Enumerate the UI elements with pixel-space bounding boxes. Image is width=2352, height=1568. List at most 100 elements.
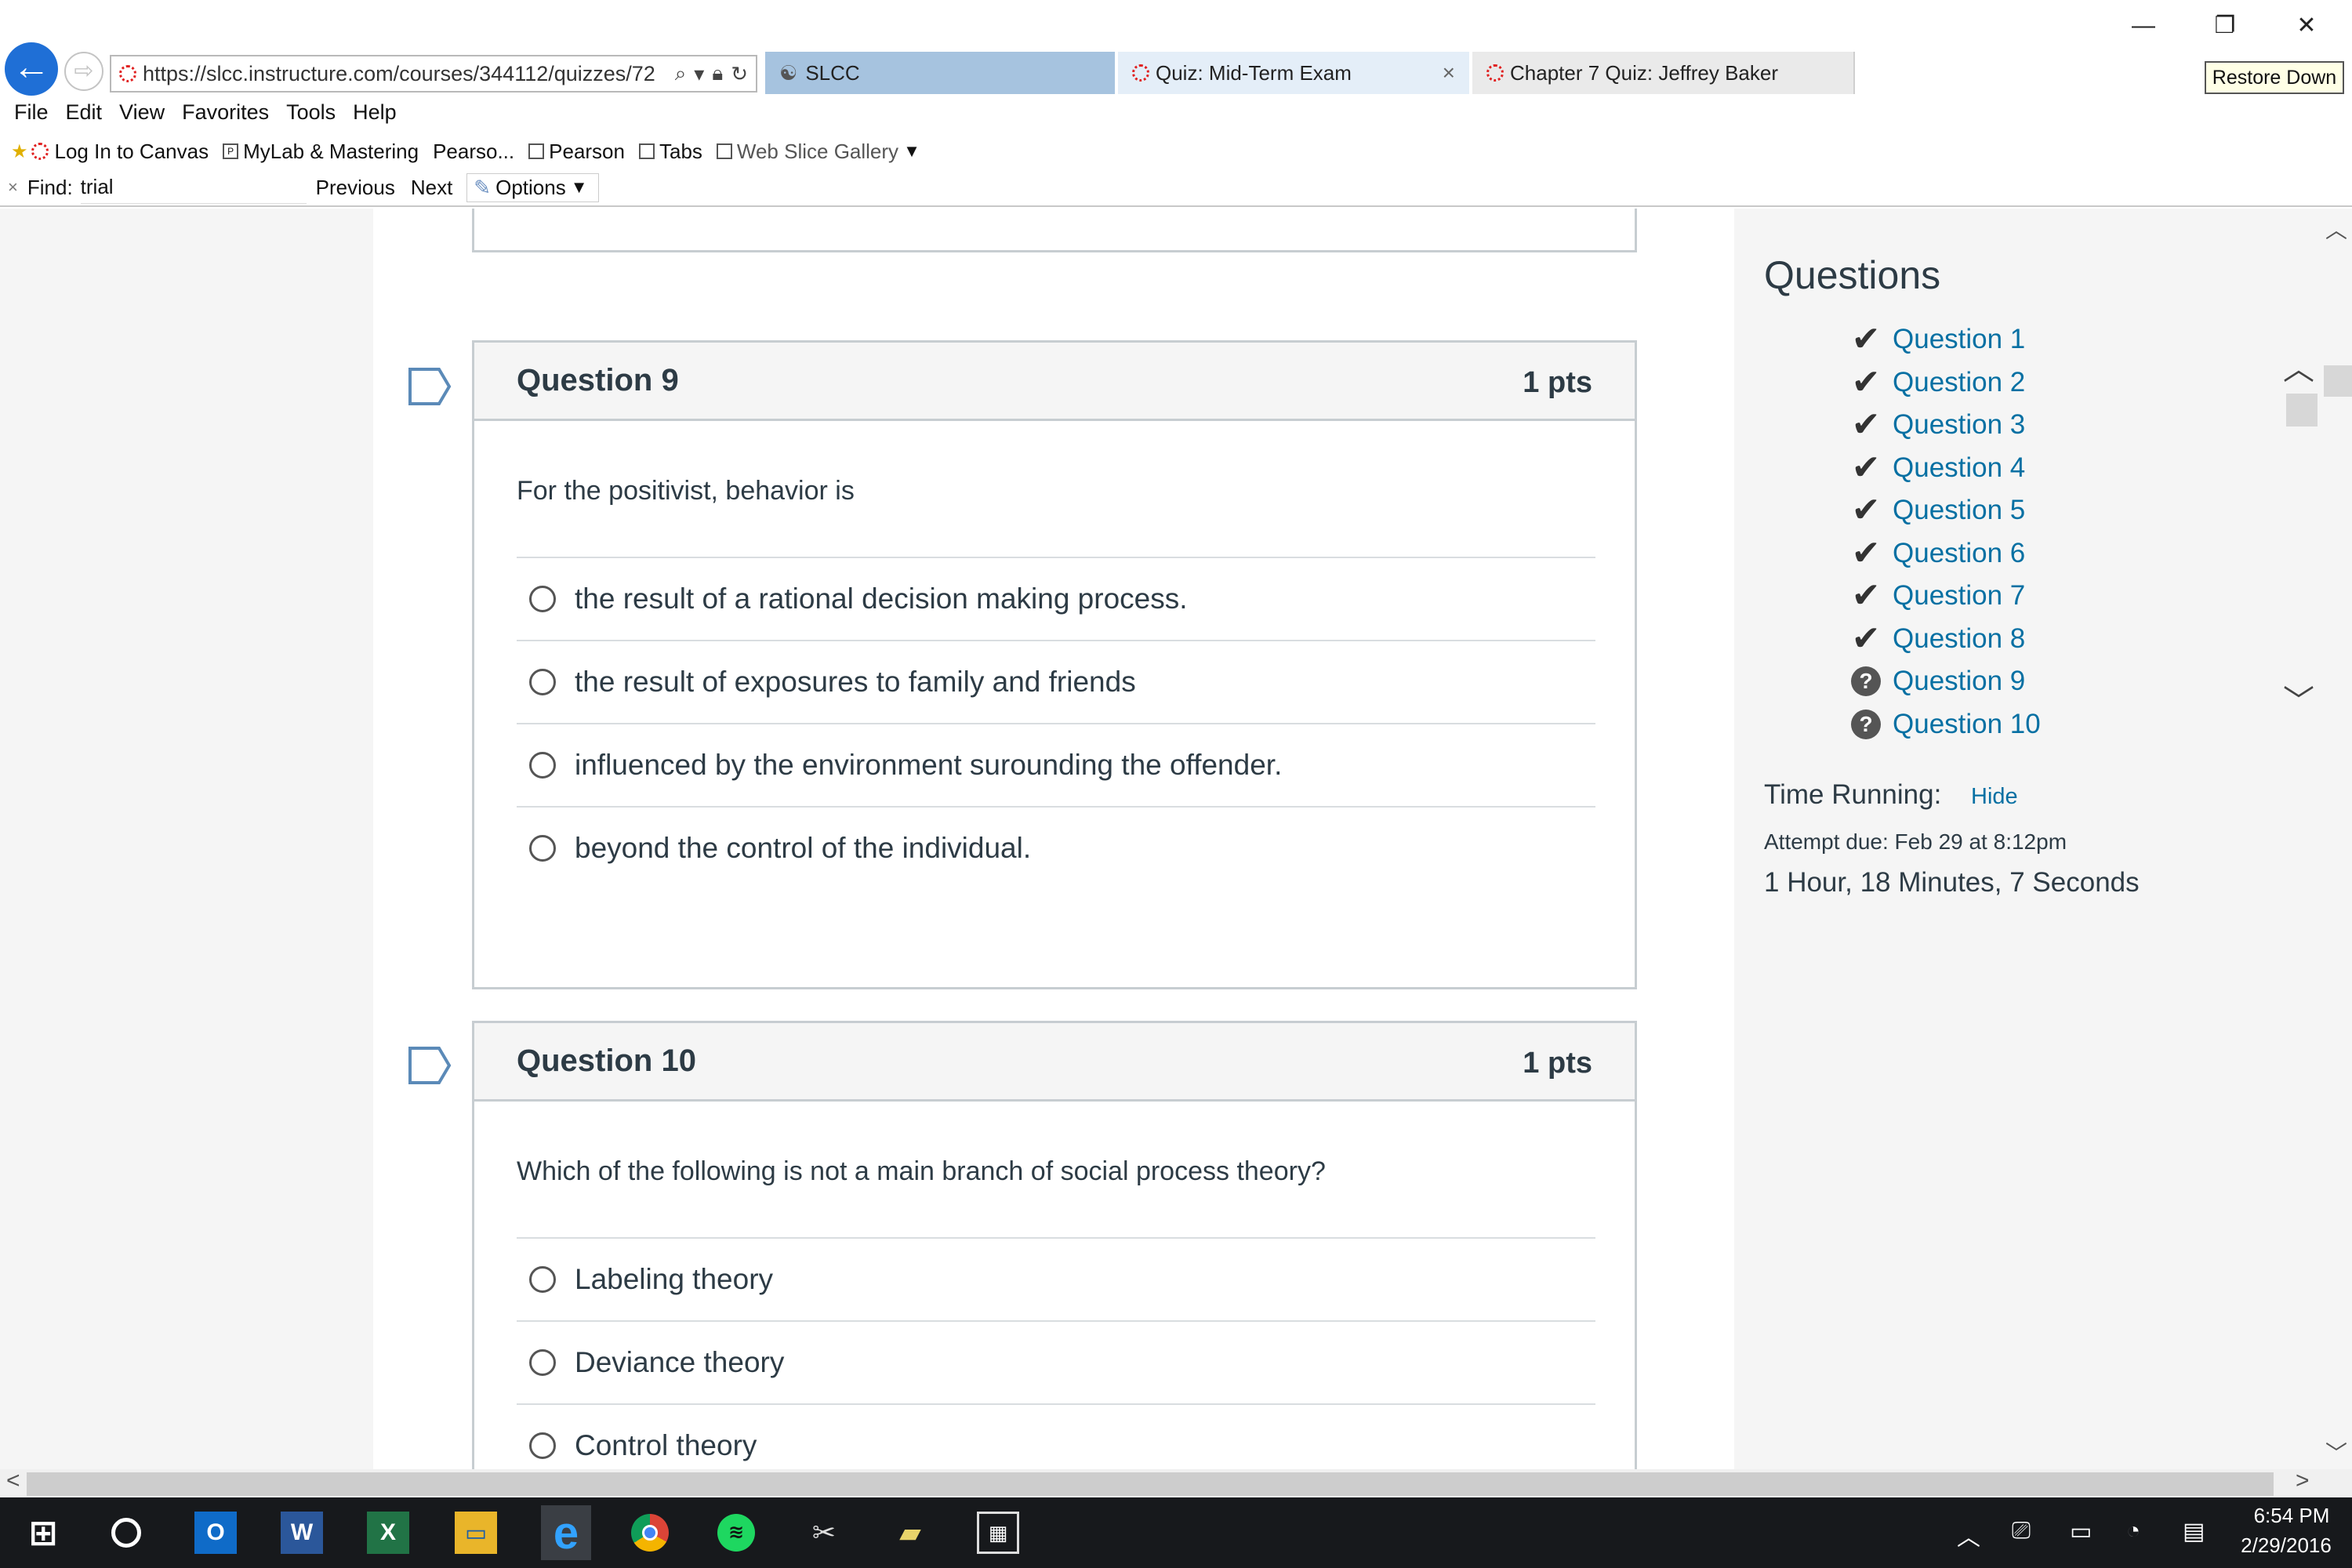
tab-chapter-7-quiz[interactable]: Chapter 7 Quiz: Jeffrey Baker: [1472, 52, 1855, 94]
answer-option[interactable]: Labeling theory: [517, 1237, 1595, 1320]
chevron-up-icon[interactable]: ︿: [1957, 1518, 1980, 1552]
sidebar-item-question-3[interactable]: ✔ Question 3: [1847, 404, 2041, 447]
cortana-icon[interactable]: [105, 1512, 147, 1554]
taskbar-clock-date[interactable]: 2/29/2016: [2231, 1534, 2341, 1558]
flag-question-icon[interactable]: [408, 1046, 452, 1085]
favorite-web-slice-gallery[interactable]: Web Slice Gallery ▼: [716, 140, 920, 164]
address-bar[interactable]: https://slcc.instructure.com/courses/344…: [110, 55, 757, 93]
wifi-icon[interactable]: ◔: [2126, 1518, 2140, 1544]
spotify-icon[interactable]: ≋: [715, 1512, 757, 1554]
checkmark-icon: ✔: [1851, 533, 1881, 572]
radio-button[interactable]: [529, 1432, 556, 1459]
chevron-down-icon[interactable]: ﹀: [2283, 676, 2314, 721]
radio-button[interactable]: [529, 1266, 556, 1293]
answer-text: the result of exposures to family and fr…: [575, 666, 1136, 698]
answer-option[interactable]: the result of a rational decision making…: [517, 557, 1595, 640]
question-points: 1 pts: [1523, 1047, 1592, 1080]
radio-button[interactable]: [529, 752, 556, 779]
favorite-log-in-to-canvas[interactable]: Log In to Canvas: [31, 140, 209, 164]
sidebar-item-question-1[interactable]: ✔ Question 1: [1847, 318, 2041, 361]
sidebar-item-question-10[interactable]: ? Question 10: [1847, 703, 2041, 746]
sidebar-scrollbar-thumb[interactable]: [2286, 394, 2318, 426]
close-window-button[interactable]: ✕: [2274, 6, 2339, 45]
sidebar-item-question-2[interactable]: ✔ Question 2: [1847, 361, 2041, 405]
menu-favorites[interactable]: Favorites: [182, 100, 269, 129]
answer-option[interactable]: Deviance theory: [517, 1320, 1595, 1403]
dropdown-caret-icon[interactable]: ▾: [694, 62, 704, 86]
eraser-app-icon[interactable]: ▰: [889, 1512, 931, 1554]
sidebar-item-question-7[interactable]: ✔ Question 7: [1847, 575, 2041, 618]
favorite-pearso[interactable]: Pearso...: [433, 140, 514, 164]
scroll-right-icon[interactable]: >: [2296, 1468, 2310, 1494]
action-center-icon[interactable]: ▤: [2183, 1518, 2205, 1545]
excel-icon[interactable]: X: [367, 1512, 409, 1554]
horizontal-scrollbar-thumb[interactable]: [27, 1472, 2274, 1496]
find-close-icon[interactable]: ×: [8, 177, 18, 198]
calculator-icon[interactable]: ▦: [977, 1512, 1019, 1554]
tab-quiz-midterm[interactable]: Quiz: Mid-Term Exam ×: [1118, 52, 1469, 94]
find-next-button[interactable]: Next: [411, 176, 452, 200]
battery-icon[interactable]: ▭: [2070, 1518, 2092, 1545]
menu-file[interactable]: File: [14, 100, 49, 129]
scroll-left-icon[interactable]: <: [6, 1468, 20, 1494]
sidebar-item-question-9[interactable]: ? Question 9: [1847, 660, 2041, 703]
back-button[interactable]: ←: [5, 42, 58, 96]
answer-option[interactable]: influenced by the environment surounding…: [517, 723, 1595, 806]
answer-text: influenced by the environment surounding…: [575, 749, 1283, 781]
radio-button[interactable]: [529, 1349, 556, 1376]
radio-button[interactable]: [529, 669, 556, 695]
answer-text: Labeling theory: [575, 1263, 774, 1295]
word-icon[interactable]: W: [281, 1512, 323, 1554]
chevron-up-icon[interactable]: ︿: [2283, 343, 2314, 389]
minimize-button[interactable]: —: [2111, 6, 2176, 45]
tab-slcc[interactable]: ☯ SLCC: [765, 52, 1115, 94]
checkmark-icon: ✔: [1851, 320, 1881, 359]
flag-question-icon[interactable]: [408, 367, 452, 406]
favorite-pearson[interactable]: Pearson: [528, 140, 625, 164]
file-explorer-icon[interactable]: ▭: [455, 1512, 497, 1554]
search-icon[interactable]: ⌕: [675, 61, 687, 86]
start-icon[interactable]: ⊞: [22, 1512, 64, 1554]
chevron-down-icon[interactable]: ▼: [903, 141, 920, 162]
chrome-icon[interactable]: [629, 1512, 671, 1554]
find-options-button[interactable]: ✎ Options ▼: [466, 172, 600, 202]
find-input[interactable]: [80, 171, 307, 204]
favorite-mylab-mastering[interactable]: P MyLab & Mastering: [223, 140, 419, 164]
tab-close-icon[interactable]: ×: [1443, 60, 1455, 85]
checkmark-icon: ✔: [1851, 491, 1881, 530]
sidebar-item-question-8[interactable]: ✔ Question 8: [1847, 618, 2041, 661]
sidebar-item-question-4[interactable]: ✔ Question 4: [1847, 447, 2041, 490]
sidebar-item-question-6[interactable]: ✔ Question 6: [1847, 532, 2041, 575]
internet-explorer-icon[interactable]: e: [541, 1505, 591, 1560]
menu-tools[interactable]: Tools: [286, 100, 336, 129]
favorites-bar: ★ Log In to Canvas P MyLab & Mastering P…: [11, 136, 935, 166]
hide-timer-link[interactable]: Hide: [1971, 784, 2018, 810]
radio-button[interactable]: [529, 835, 556, 862]
favorites-star-icon[interactable]: ★: [11, 140, 28, 163]
taskbar-clock-time[interactable]: 6:54 PM: [2245, 1504, 2338, 1528]
scroll-down-icon[interactable]: ﹀: [2325, 1436, 2347, 1468]
answer-option[interactable]: the result of exposures to family and fr…: [517, 640, 1595, 723]
vertical-scrollbar-thumb[interactable]: [2324, 365, 2352, 397]
refresh-icon[interactable]: ↻: [731, 62, 748, 86]
favorite-tabs[interactable]: Tabs: [638, 140, 702, 164]
snipping-tool-icon[interactable]: ✂: [803, 1512, 845, 1554]
answer-option[interactable]: Control theory: [517, 1403, 1595, 1469]
restore-down-button[interactable]: ❐: [2192, 6, 2258, 45]
menu-edit[interactable]: Edit: [66, 100, 103, 129]
tab-label: SLCC: [805, 60, 860, 85]
sidebar-item-question-5[interactable]: ✔ Question 5: [1847, 489, 2041, 532]
url-text: https://slcc.instructure.com/courses/344…: [143, 61, 655, 85]
find-previous-button[interactable]: Previous: [316, 176, 395, 200]
canvas-favicon-icon: [31, 143, 49, 160]
answer-option[interactable]: beyond the control of the individual.: [517, 806, 1595, 889]
forward-button[interactable]: ⇨: [64, 52, 103, 91]
question-title: Question 10: [517, 1044, 696, 1078]
display-icon[interactable]: ⎚: [2012, 1518, 2031, 1544]
outlook-icon[interactable]: O: [194, 1512, 237, 1554]
menu-bar: File Edit View Favorites Tools Help: [14, 100, 397, 129]
scroll-up-icon[interactable]: ︿: [2325, 213, 2347, 245]
menu-help[interactable]: Help: [353, 100, 397, 129]
menu-view[interactable]: View: [119, 100, 165, 129]
radio-button[interactable]: [529, 586, 556, 612]
